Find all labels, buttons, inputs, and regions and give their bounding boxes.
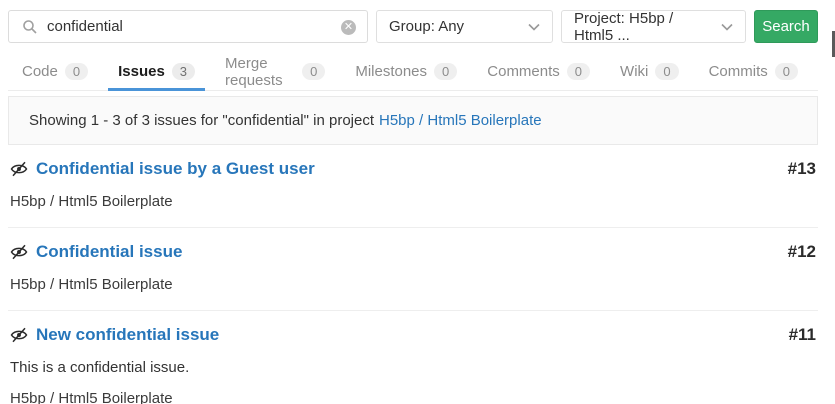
search-button[interactable]: Search [754,10,818,43]
tab-code[interactable]: Code 0 [12,53,98,90]
tab-commits[interactable]: Commits 0 [699,53,808,90]
results-summary-text: Showing 1 - 3 of 3 issues for "confident… [29,112,374,129]
issue-title-wrap: Confidential issue by a Guest user [10,159,315,179]
search-results-page: ✕ Group: Any Project: H5bp / Html5 ... S… [0,0,835,404]
issue-title-link[interactable]: New confidential issue [36,325,219,345]
issue-row: Confidential issue #12 H5bp / Html5 Boil… [8,228,818,311]
tab-count-badge: 0 [775,63,798,80]
group-filter-label: Group: Any [389,18,464,35]
results-summary-bar: Showing 1 - 3 of 3 issues for "confident… [8,96,818,145]
project-filter-dropdown[interactable]: Project: H5bp / Html5 ... [561,10,746,43]
issue-project-name: H5bp / Html5 Boilerplate [10,390,816,404]
issue-project-name: H5bp / Html5 Boilerplate [10,193,816,210]
issue-results-list: Confidential issue by a Guest user #13 H… [8,145,818,404]
chevron-down-icon [528,23,540,31]
issue-title-link[interactable]: Confidential issue [36,242,182,262]
tab-label: Commits [709,63,768,80]
tab-merge-requests[interactable]: Merge requests 0 [215,53,335,90]
clear-search-icon[interactable]: ✕ [341,20,356,35]
issue-title-wrap: New confidential issue [10,325,219,345]
issue-id: #13 [788,159,816,179]
issue-header: Confidential issue by a Guest user #13 [10,159,816,179]
issue-header: Confidential issue #12 [10,242,816,262]
tab-issues[interactable]: Issues 3 [108,53,205,90]
issue-row: Confidential issue by a Guest user #13 H… [8,145,818,228]
group-filter-dropdown[interactable]: Group: Any [376,10,553,43]
issue-title-link[interactable]: Confidential issue by a Guest user [36,159,315,179]
issue-id: #12 [788,242,816,262]
tab-label: Wiki [620,63,648,80]
tab-label: Code [22,63,58,80]
issue-row: New confidential issue #11 This is a con… [8,311,818,404]
tab-milestones[interactable]: Milestones 0 [345,53,467,90]
issue-project-name: H5bp / Html5 Boilerplate [10,276,816,293]
issue-header: New confidential issue #11 [10,325,816,345]
search-box: ✕ [8,10,368,43]
project-filter-label: Project: H5bp / Html5 ... [574,10,713,44]
eye-slash-icon [10,160,28,178]
tab-label: Milestones [355,63,427,80]
tab-comments[interactable]: Comments 0 [477,53,600,90]
tab-count-badge: 0 [655,63,678,80]
tab-wiki[interactable]: Wiki 0 [610,53,689,90]
search-input[interactable] [47,18,333,35]
search-scope-tabs: Code 0 Issues 3 Merge requests 0 Milesto… [8,53,818,91]
tab-count-badge: 0 [434,63,457,80]
eye-slash-icon [10,243,28,261]
tab-label: Merge requests [225,55,295,89]
issue-description: This is a confidential issue. [10,359,816,376]
chevron-down-icon [721,23,733,31]
search-filter-bar: ✕ Group: Any Project: H5bp / Html5 ... S… [8,10,818,43]
project-link[interactable]: H5bp / Html5 Boilerplate [379,112,542,129]
tab-count-badge: 3 [172,63,195,80]
tab-count-badge: 0 [302,63,325,80]
tab-count-badge: 0 [567,63,590,80]
tab-count-badge: 0 [65,63,88,80]
search-icon [22,19,38,40]
issue-id: #11 [789,325,816,345]
eye-slash-icon [10,326,28,344]
tab-label: Comments [487,63,560,80]
issue-title-wrap: Confidential issue [10,242,182,262]
tab-label: Issues [118,63,165,80]
